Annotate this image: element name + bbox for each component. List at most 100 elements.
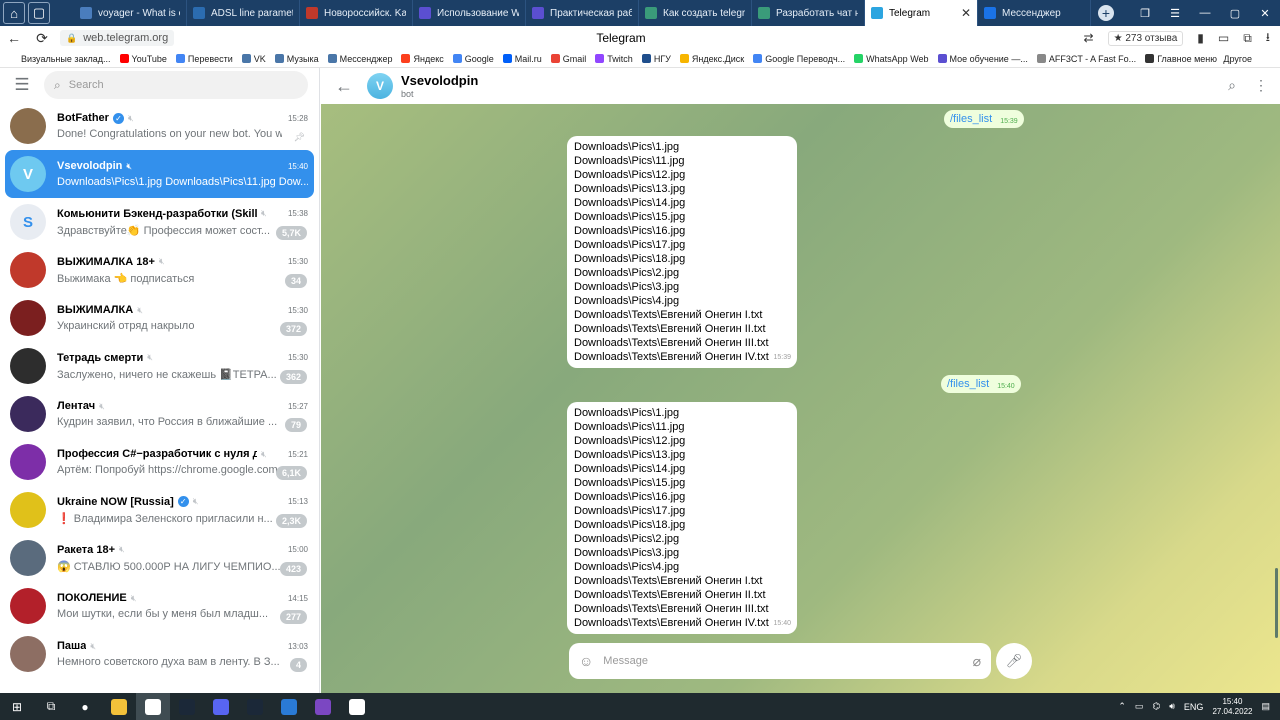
maximize-button[interactable]: ▢ bbox=[1220, 7, 1250, 20]
chat-list-item[interactable]: Ukraine NOW [Russia] ✓ 🔇︎ 15:13 ❗ Владимира … bbox=[5, 486, 314, 534]
translate-icon[interactable]: ⇄ bbox=[1084, 31, 1094, 45]
message-line: Downloads\Pics\3.jpg bbox=[574, 547, 680, 559]
bookmark-item[interactable]: Яндекс.Диск bbox=[679, 54, 744, 64]
tab-manager-icon[interactable]: ▢ bbox=[28, 2, 50, 24]
copy-icon[interactable]: ❐ bbox=[1130, 7, 1160, 20]
chat-list-item[interactable]: BotFather ✓ 🔇︎ 15:28 Done! Congratulations o… bbox=[5, 102, 314, 150]
clock[interactable]: 15:40 27.04.2022 bbox=[1212, 697, 1252, 717]
cortana-button[interactable]: ● bbox=[68, 693, 102, 720]
start-button[interactable]: ⊞ bbox=[0, 693, 34, 720]
emoji-icon[interactable]: ☺ bbox=[579, 653, 593, 669]
bookmark-item[interactable]: Музыка bbox=[274, 54, 319, 64]
bookmark-item[interactable]: Twitch bbox=[595, 54, 633, 64]
volume-icon[interactable]: 🔊︎ bbox=[1169, 701, 1175, 712]
task-view-button[interactable]: ⧉ bbox=[34, 693, 68, 720]
outgoing-message[interactable]: /files_list 15:40 bbox=[941, 375, 1021, 393]
chat-list-item[interactable]: Профессия C#−разработчик с нуля до ... 🔇︎… bbox=[5, 438, 314, 486]
bookmark-item[interactable]: Визуальные заклад... bbox=[9, 54, 111, 64]
bookmark-item[interactable]: Мое обучение —... bbox=[937, 54, 1028, 64]
bookmark-icon[interactable]: ▮ bbox=[1197, 31, 1204, 45]
search-icon[interactable]: ⌕ bbox=[1228, 77, 1236, 94]
back-arrow-icon[interactable]: ← bbox=[321, 76, 367, 97]
voice-record-button[interactable]: 🎤︎ bbox=[996, 643, 1032, 679]
taskbar-yandex-browser[interactable] bbox=[136, 693, 170, 720]
more-options-icon[interactable]: ⋮ bbox=[1254, 77, 1268, 94]
message-line: Downloads\Pics\17.jpg bbox=[574, 239, 686, 251]
collections-icon[interactable]: ⧉ bbox=[1243, 31, 1252, 46]
bookmark-label: Мессенджер bbox=[339, 53, 393, 64]
taskbar-notepad[interactable] bbox=[272, 693, 306, 720]
other-bookmarks[interactable]: Другое bbox=[1223, 54, 1280, 64]
chat-list-item[interactable]: V Vsevolodpin 🔇︎ 15:40 Downloads\Pics\1.jpg … bbox=[5, 150, 314, 198]
bookmark-item[interactable]: WhatsApp Web bbox=[854, 54, 929, 64]
bookmark-item[interactable]: Мессенджер bbox=[327, 53, 393, 64]
bookmark-item[interactable]: Google Переводч... bbox=[753, 54, 845, 64]
taskbar-task-view[interactable] bbox=[340, 693, 374, 720]
scrollbar[interactable] bbox=[1275, 568, 1278, 638]
bookmark-item[interactable]: НГУ bbox=[641, 54, 671, 64]
url-field[interactable]: 🔒 web.telegram.org bbox=[60, 30, 175, 46]
browser-tab[interactable]: Использование Web bbox=[413, 0, 526, 26]
download-icon[interactable]: ⭳ bbox=[1266, 28, 1270, 49]
close-button[interactable]: ✕ bbox=[1250, 7, 1280, 20]
close-tab-icon[interactable]: ✕ bbox=[961, 6, 971, 20]
taskbar-visual-studio[interactable] bbox=[306, 693, 340, 720]
browser-tab[interactable]: Практическая работ bbox=[526, 0, 639, 26]
network-icon[interactable]: ⌬ bbox=[1152, 701, 1160, 712]
browser-tab[interactable]: Разработать чат на C bbox=[752, 0, 865, 26]
browser-tab[interactable]: ADSL line parameters bbox=[187, 0, 300, 26]
extension-icon[interactable]: ▭ bbox=[1218, 31, 1229, 45]
chat-header[interactable]: ← V Vsevolodpin bot ⌕ ⋮ bbox=[321, 68, 1280, 104]
reload-icon[interactable]: ⟳ bbox=[28, 30, 56, 47]
bookmark-item[interactable]: Главное меню bbox=[1145, 54, 1217, 64]
attach-icon[interactable]: ⌀ bbox=[973, 653, 981, 670]
chat-list-item[interactable]: Ракета 18+ 🔇︎ 15:00 😱 СТАВЛЮ 500.000Р НА ЛИ… bbox=[5, 534, 314, 582]
muted-icon: 🔇︎ bbox=[261, 208, 267, 218]
bookmark-item[interactable]: Gmail bbox=[550, 54, 586, 64]
chat-list-item[interactable]: Тетрадь смерти 🔇︎ 15:30 Заслужено, ничего н… bbox=[5, 342, 314, 390]
bookmark-item[interactable]: Mail.ru bbox=[502, 54, 542, 64]
bookmark-item[interactable]: Google bbox=[452, 54, 494, 64]
minimize-button[interactable]: — bbox=[1190, 7, 1220, 20]
home-icon[interactable]: ⌂ bbox=[3, 2, 25, 24]
notification-icon[interactable]: ▤ bbox=[1261, 701, 1270, 712]
chevron-up-icon[interactable]: ⌃ bbox=[1118, 701, 1126, 712]
bookmark-item[interactable]: YouTube bbox=[119, 54, 167, 64]
menu-icon[interactable]: ☰ bbox=[1160, 7, 1190, 20]
taskbar-discord[interactable] bbox=[204, 693, 238, 720]
bookmark-item[interactable]: AFF3CT - A Fast Fo... bbox=[1036, 54, 1136, 64]
outgoing-message[interactable]: /files_list 15:39 bbox=[944, 110, 1024, 128]
bookmark-item[interactable]: Перевести bbox=[175, 54, 233, 64]
bookmark-item[interactable]: VK bbox=[241, 54, 266, 64]
browser-tab[interactable]: Мессенджер bbox=[978, 0, 1091, 26]
chat-avatar[interactable]: V bbox=[367, 73, 393, 99]
chat-list-item[interactable]: Паша 🔇︎ 13:03 Немного советского духа вам в… bbox=[5, 630, 314, 678]
incoming-message[interactable]: Downloads\Pics\1.jpg Downloads\Pics\11.jp… bbox=[567, 402, 797, 634]
bookmark-item[interactable]: Яндекс bbox=[401, 54, 444, 64]
language-indicator[interactable]: ENG bbox=[1184, 702, 1204, 712]
task-view-icon bbox=[349, 698, 365, 715]
rating-button[interactable]: ★ 273 отзыва bbox=[1107, 30, 1184, 46]
new-tab-button[interactable]: + bbox=[1091, 0, 1121, 26]
browser-tab[interactable]: Как создать telegram bbox=[639, 0, 752, 26]
hamburger-menu-icon[interactable]: ☰ bbox=[0, 75, 44, 95]
chat-list-item[interactable]: ВЫЖИМАЛКА 18+ 🔇︎ 15:30 Выжимака 👈 подписать… bbox=[5, 246, 314, 294]
chat-list-item[interactable]: ВЫЖИМАЛКА 🔇︎ 15:30 Украинский отряд накрыло… bbox=[5, 294, 314, 342]
browser-tab[interactable]: voyager - What is co bbox=[74, 0, 187, 26]
taskbar-steam[interactable] bbox=[170, 693, 204, 720]
message-input[interactable]: Message bbox=[603, 655, 648, 667]
chat-list-item[interactable]: Лентач 🔇︎ 15:27 Кудрин заявил, что Россия в… bbox=[5, 390, 314, 438]
chat-info: Комьюнити Бэкенд-разработки (Skillb... 🔇︎… bbox=[57, 208, 314, 240]
back-icon[interactable]: ← bbox=[0, 30, 28, 46]
taskbar-file-explorer[interactable] bbox=[102, 693, 136, 720]
taskbar-steam-2[interactable] bbox=[238, 693, 272, 720]
chat-list-item[interactable]: S Комьюнити Бэкенд-разработки (Skillb... 🔇… bbox=[5, 198, 314, 246]
chat-title-row: Паша 🔇︎ 13:03 bbox=[57, 640, 308, 652]
message-composer[interactable]: ☺ Message ⌀ bbox=[569, 643, 991, 679]
search-input[interactable]: ⌕ Search bbox=[44, 71, 308, 99]
browser-tab[interactable]: Telegram ✕ bbox=[865, 0, 978, 26]
incoming-message[interactable]: Downloads\Pics\1.jpg Downloads\Pics\11.jp… bbox=[567, 136, 797, 368]
battery-icon[interactable]: ▭ bbox=[1135, 701, 1144, 712]
chat-list-item[interactable]: ПОКОЛЕНИЕ 🔇︎ 14:15 Мои шутки, если бы у мен… bbox=[5, 582, 314, 630]
browser-tab[interactable]: Новороссийск. Karat bbox=[300, 0, 413, 26]
